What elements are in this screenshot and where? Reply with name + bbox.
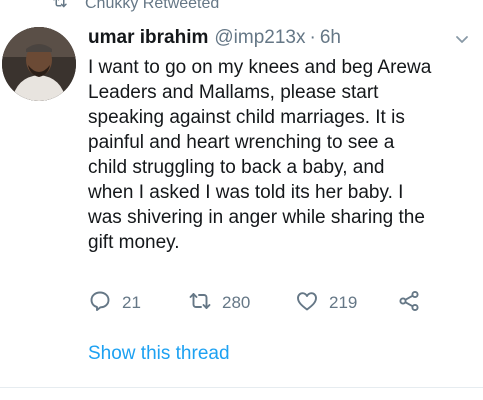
divider [0,387,483,388]
tweet-timestamp[interactable]: 6h [320,27,341,49]
reply-icon [88,289,122,318]
reply-button[interactable]: 21 [88,291,141,315]
chevron-down-icon[interactable] [454,31,470,47]
like-button[interactable]: 219 [295,291,357,315]
share-icon [397,289,431,318]
show-thread-link[interactable]: Show this thread [88,343,230,365]
tweet-header: umar ibrahim @imp213x · 6h [88,25,341,51]
retweet-context: Chukky Retweeted [51,0,219,14]
like-count: 219 [329,293,358,312]
retweet-count: 280 [222,293,251,312]
tweet-text: I want to go on my knees and beg Arewa L… [88,57,432,253]
avatar[interactable] [2,27,76,101]
header-separator: · [309,27,316,48]
retweet-icon [51,0,85,15]
retweet-icon [188,289,222,318]
author-handle[interactable]: @imp213x [214,27,305,49]
share-button[interactable] [397,289,431,318]
tweet-actions: 21 280 219 [88,289,468,318]
reply-count: 21 [122,293,141,312]
heart-icon [295,289,329,318]
retweet-button[interactable]: 280 [188,291,250,315]
retweet-context-label: Chukky Retweeted [85,0,220,12]
author-display-name[interactable]: umar ibrahim [88,27,208,49]
